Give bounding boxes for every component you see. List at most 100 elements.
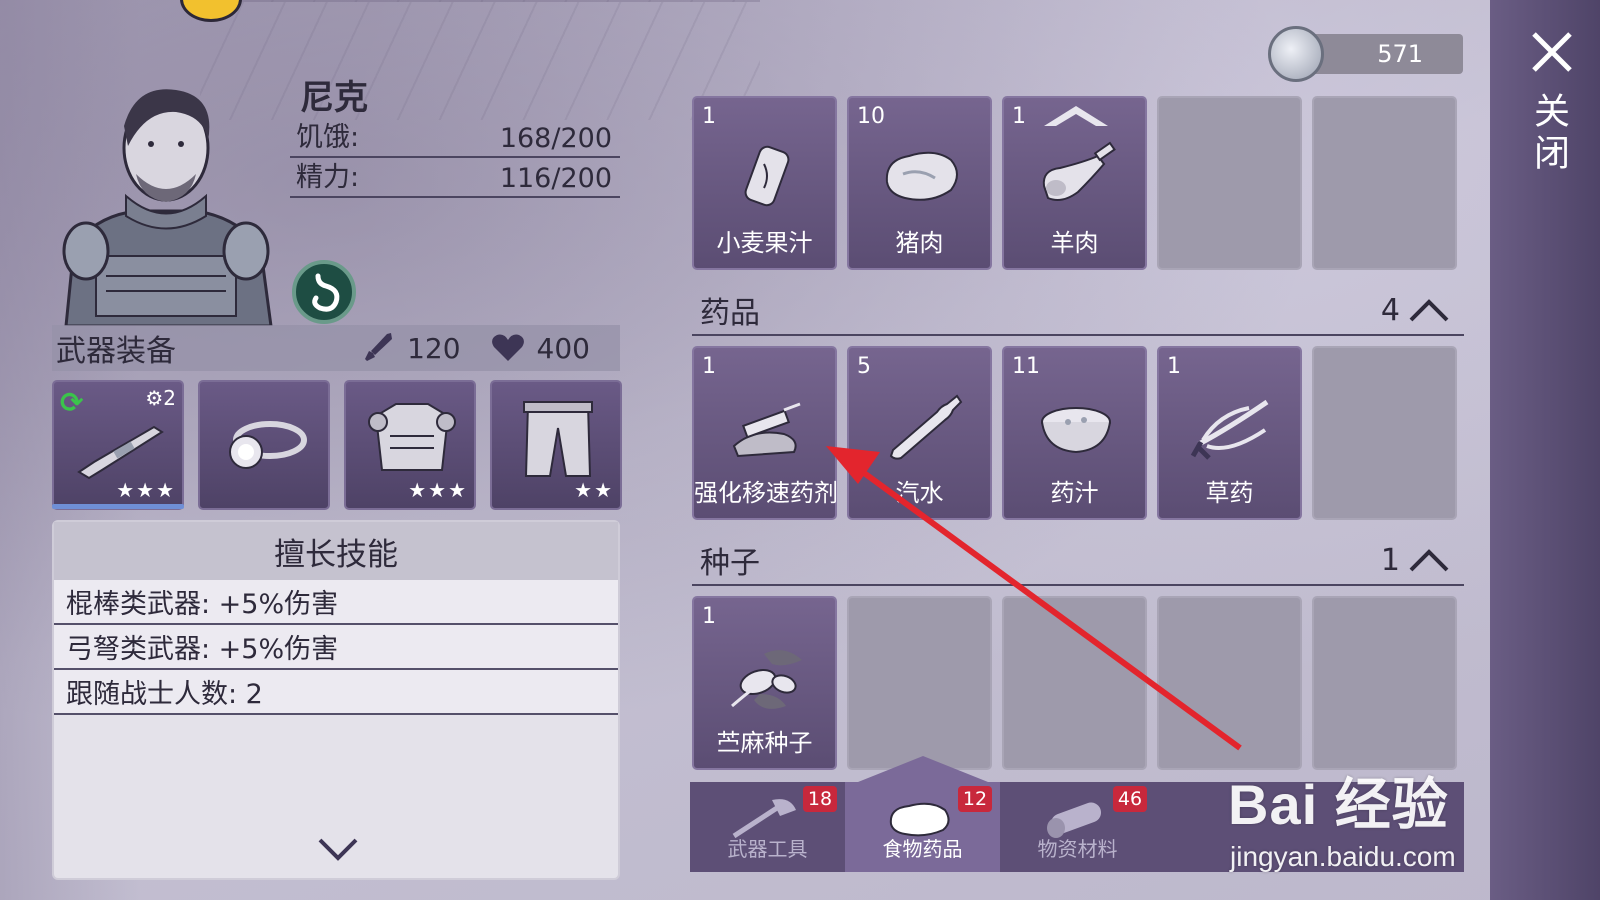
inventory-empty-slot[interactable]	[1312, 96, 1457, 270]
item-count: 1	[1012, 104, 1026, 129]
inventory-empty-slot[interactable]	[1312, 596, 1457, 770]
item-count: 1	[702, 354, 716, 379]
tab-badge: 18	[803, 786, 837, 812]
tab-weapons-tools[interactable]: 18 武器工具	[690, 782, 845, 872]
tab-label: 物资材料	[1037, 837, 1118, 861]
section-header-seeds[interactable]: 种子 1	[692, 536, 1464, 586]
meat-icon	[885, 151, 958, 201]
hunger-label: 饥饿:	[296, 122, 360, 153]
item-label: 药汁	[1050, 479, 1099, 507]
chevron-down-icon[interactable]	[316, 836, 360, 864]
close-icon[interactable]	[1530, 30, 1574, 74]
watermark-main: Bai 经验	[1228, 773, 1449, 836]
tab-materials[interactable]: 46 物资材料	[1000, 782, 1155, 872]
inventory-item-speed-potion[interactable]: 1 强化移速药剂	[692, 346, 838, 520]
selected-slot-indicator	[52, 504, 184, 509]
section-count-wrap: 4	[1381, 293, 1450, 328]
weapons-equipment-bar: 武器装备 120 400	[52, 325, 620, 371]
inventory-empty-slot[interactable]	[1157, 596, 1302, 770]
item-count: 10	[857, 104, 885, 129]
seed-icon	[731, 650, 802, 709]
syringe-icon	[732, 402, 801, 458]
tab-label: 武器工具	[727, 837, 808, 861]
headlamp-icon	[229, 421, 307, 469]
inventory-item-pork[interactable]: 10 猪肉	[847, 96, 992, 270]
inventory-item-wheat-juice[interactable]: 1 小麦果汁	[692, 96, 837, 270]
section-header-medicine[interactable]: 药品 4	[692, 286, 1464, 336]
sword-icon	[365, 333, 393, 361]
item-label: 强化移速药剂	[694, 479, 838, 507]
item-count: 5	[857, 354, 871, 379]
rifle-icon	[77, 425, 164, 480]
hunger-row: 饥饿: 168/200	[290, 120, 620, 158]
bowl-icon	[1041, 407, 1111, 454]
item-count: 1	[702, 104, 716, 129]
heart-icon	[491, 334, 524, 361]
equip-slot-legs[interactable]: ★★	[490, 380, 622, 510]
item-label: 羊肉	[1050, 229, 1099, 257]
herb-icon	[1190, 399, 1269, 460]
equip-slot-head[interactable]	[198, 380, 330, 510]
stomach-icon[interactable]	[292, 260, 356, 324]
tab-badge: 12	[958, 786, 992, 812]
leg-of-mutton-icon	[1042, 141, 1116, 201]
watermark-sub: jingyan.baidu.com	[1230, 841, 1456, 872]
section-count-wrap: 1	[1381, 543, 1450, 578]
section-title: 种子	[700, 546, 760, 581]
close-label[interactable]: 关闭	[1528, 92, 1574, 176]
health-value: 400	[536, 331, 590, 365]
upgrade-arrow-icon	[1044, 106, 1108, 126]
equip-slot-weapon[interactable]: ⟳ ⚙2 ★★★	[52, 380, 184, 510]
item-label: 小麦果汁	[716, 229, 813, 257]
inventory-item-potion-broth[interactable]: 11 药汁	[1002, 346, 1147, 520]
tab-badge: 46	[1113, 786, 1147, 812]
armor-stars: ★★★	[408, 478, 468, 502]
stomach-shape-icon	[312, 273, 340, 312]
item-count: 1	[1167, 354, 1181, 379]
inventory-item-mutton[interactable]: 1 羊肉	[1002, 96, 1147, 270]
currency-amount: 571	[1377, 40, 1423, 68]
weapons-title: 武器装备	[56, 334, 176, 369]
item-count: 1	[702, 604, 716, 629]
energy-value: 116/200	[499, 163, 612, 194]
equip-slot-body[interactable]: ★★★	[344, 380, 476, 510]
watermark: Bai 经验 jingyan.baidu.com	[1228, 760, 1456, 873]
energy-row: 精力: 116/200	[290, 160, 620, 198]
inventory-item-herb[interactable]: 1 草药	[1157, 346, 1302, 520]
weapon-stars: ★★★	[116, 478, 176, 502]
hunger-value: 168/200	[499, 123, 612, 154]
upgrade-level: ⚙2	[145, 386, 176, 410]
character-name: 尼克	[300, 78, 368, 118]
inventory-item-ramie-seed[interactable]: 1 苎麻种子	[692, 596, 837, 770]
item-label: 草药	[1205, 479, 1254, 507]
energy-label: 精力:	[296, 162, 360, 193]
bottle-icon	[889, 394, 963, 460]
tab-food-medicine[interactable]: 12 食物药品	[845, 782, 1000, 872]
inventory-empty-slot[interactable]	[1157, 96, 1302, 270]
inventory-item-soda[interactable]: 5 汽水	[847, 346, 992, 520]
chevron-up-icon	[1409, 549, 1449, 572]
skill-row: 棍棒类武器: +5%伤害	[54, 580, 618, 625]
tab-label: 食物药品	[882, 837, 963, 861]
item-label: 汽水	[895, 479, 944, 507]
health-stat: 400	[491, 332, 590, 365]
inventory-empty-slot[interactable]	[1002, 596, 1147, 770]
pants-stars: ★★	[574, 478, 614, 502]
background-structure	[200, 0, 760, 120]
item-count: 11	[1012, 354, 1040, 379]
skills-panel: 擅长技能 棍棒类武器: +5%伤害 弓弩类武器: +5%伤害 跟随战士人数: 2	[52, 520, 620, 880]
attack-stat: 120	[361, 331, 461, 365]
skill-row: 跟随战士人数: 2	[54, 670, 618, 715]
item-label: 猪肉	[895, 229, 944, 257]
character-portrait	[62, 89, 273, 326]
chevron-up-icon	[1409, 299, 1449, 322]
inventory-empty-slot[interactable]	[1312, 346, 1457, 520]
attack-value: 120	[407, 331, 461, 365]
coin-icon	[1268, 26, 1324, 82]
skills-title: 擅长技能	[54, 522, 618, 580]
section-count: 4	[1380, 292, 1400, 328]
inventory-empty-slot[interactable]	[847, 596, 992, 770]
pants-icon	[523, 401, 593, 477]
skill-row: 弓弩类武器: +5%伤害	[54, 625, 618, 670]
item-label: 苎麻种子	[716, 729, 813, 757]
